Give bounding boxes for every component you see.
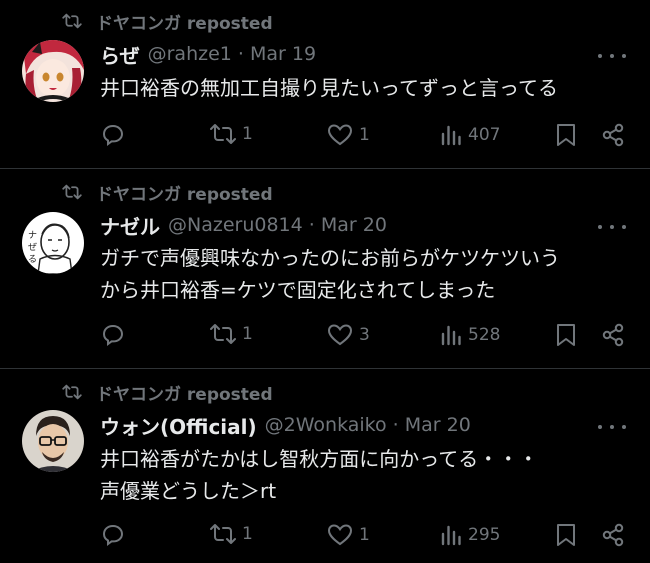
views-icon xyxy=(441,525,461,546)
reply-icon xyxy=(102,324,124,346)
tweet-text-line: 声優業どうした＞rt xyxy=(100,479,277,503)
views-icon xyxy=(441,325,461,346)
tweet-1[interactable]: ドヤコンガ reposted らぜ @rahze1 · Mar 19 井口裕香の… xyxy=(0,0,650,168)
display-name[interactable]: ウォン(Official) xyxy=(100,411,257,440)
handle-and-date[interactable]: @rahze1 · Mar 19 xyxy=(148,43,316,65)
reply-button[interactable] xyxy=(101,523,125,547)
tweet-2[interactable]: ドヤコンガ reposted ナ ぜ る ナゼル @Nazeru0814 · M… xyxy=(0,169,650,368)
like-count: 1 xyxy=(359,125,370,145)
share-button[interactable] xyxy=(601,323,625,347)
retweet-button[interactable]: 1 xyxy=(210,323,253,345)
like-icon xyxy=(327,324,353,346)
like-icon xyxy=(327,524,353,546)
repost-label: ドヤコンガ reposted xyxy=(96,184,273,205)
svg-text:ぜ: ぜ xyxy=(28,242,37,253)
more-button[interactable] xyxy=(598,46,626,66)
repost-label: ドヤコンガ reposted xyxy=(96,13,273,34)
avatar[interactable] xyxy=(22,410,84,472)
bookmark-icon xyxy=(557,124,575,146)
action-bar: 1 1 295 xyxy=(0,521,650,551)
more-button[interactable] xyxy=(598,217,626,237)
like-button[interactable]: 1 xyxy=(327,123,370,147)
svg-text:る: る xyxy=(28,254,37,265)
retweet-count: 1 xyxy=(242,524,253,544)
reply-icon xyxy=(102,124,124,146)
handle-and-date[interactable]: @Nazeru0814 · Mar 20 xyxy=(168,214,387,236)
reply-button[interactable] xyxy=(101,323,125,347)
display-name[interactable]: ナゼル xyxy=(100,211,160,240)
share-button[interactable] xyxy=(601,123,625,147)
repost-icon xyxy=(62,384,82,400)
tweet-3[interactable]: ドヤコンガ reposted ウォン(Official) @2Wonkaiko … xyxy=(0,369,650,563)
tweet-text-line: から井口裕香=ケツで固定化されてしまった xyxy=(100,278,496,302)
avatar[interactable]: ナ ぜ る xyxy=(22,212,84,274)
views-button[interactable]: 407 xyxy=(440,124,500,146)
like-icon xyxy=(327,124,353,146)
tweet-text-line: 井口裕香がたかはし智秋方面に向かってる・・・ xyxy=(100,447,539,471)
bookmark-icon xyxy=(557,524,575,546)
repost-indicator: ドヤコンガ reposted xyxy=(62,10,273,34)
bookmark-icon xyxy=(557,324,575,346)
like-count: 1 xyxy=(359,525,370,545)
views-count: 295 xyxy=(468,525,501,545)
views-button[interactable]: 295 xyxy=(440,524,500,546)
like-button[interactable]: 1 xyxy=(327,523,370,547)
tweet-text: 井口裕香の無加工自撮り見たいってずっと言ってる xyxy=(100,72,620,104)
more-icon xyxy=(598,225,602,229)
bookmark-button[interactable] xyxy=(556,123,576,147)
svg-text:ナ: ナ xyxy=(28,230,37,241)
tweet-text: 井口裕香がたかはし智秋方面に向かってる・・・ 声優業どうした＞rt xyxy=(100,443,620,507)
bookmark-button[interactable] xyxy=(556,523,576,547)
reply-icon xyxy=(102,524,124,546)
tweet-text: ガチで声優興味なかったのにお前らがケツケツいう から井口裕香=ケツで固定化されて… xyxy=(100,242,620,306)
more-icon xyxy=(598,425,602,429)
reply-button[interactable] xyxy=(101,123,125,147)
more-button[interactable] xyxy=(598,417,626,437)
views-count: 528 xyxy=(468,325,501,345)
views-button[interactable]: 528 xyxy=(440,324,500,346)
share-icon xyxy=(602,123,624,147)
retweet-icon xyxy=(210,324,236,344)
repost-icon xyxy=(62,13,82,29)
repost-indicator: ドヤコンガ reposted xyxy=(62,181,273,205)
tweet-text-line: ガチで声優興味なかったのにお前らがケツケツいう xyxy=(100,246,560,270)
retweet-count: 1 xyxy=(242,324,253,344)
views-icon xyxy=(441,125,461,146)
retweet-button[interactable]: 1 xyxy=(210,523,253,545)
retweet-icon xyxy=(210,524,236,544)
repost-icon xyxy=(62,184,82,200)
like-count: 3 xyxy=(359,325,370,345)
more-icon xyxy=(598,54,602,58)
retweet-count: 1 xyxy=(242,124,253,144)
repost-indicator: ドヤコンガ reposted xyxy=(62,381,273,405)
repost-label: ドヤコンガ reposted xyxy=(96,384,273,405)
retweet-icon xyxy=(210,124,236,144)
handle-and-date[interactable]: @2Wonkaiko · Mar 20 xyxy=(265,414,471,436)
views-count: 407 xyxy=(468,125,501,145)
share-button[interactable] xyxy=(601,523,625,547)
action-bar: 1 1 407 xyxy=(0,121,650,151)
share-icon xyxy=(602,323,624,347)
bookmark-button[interactable] xyxy=(556,323,576,347)
tweet-text-line: 井口裕香の無加工自撮り見たいってずっと言ってる xyxy=(100,76,558,100)
display-name[interactable]: らぜ xyxy=(100,40,140,69)
share-icon xyxy=(602,523,624,547)
like-button[interactable]: 3 xyxy=(327,323,370,347)
avatar[interactable] xyxy=(22,40,84,102)
retweet-button[interactable]: 1 xyxy=(210,123,253,145)
action-bar: 1 3 528 xyxy=(0,321,650,351)
